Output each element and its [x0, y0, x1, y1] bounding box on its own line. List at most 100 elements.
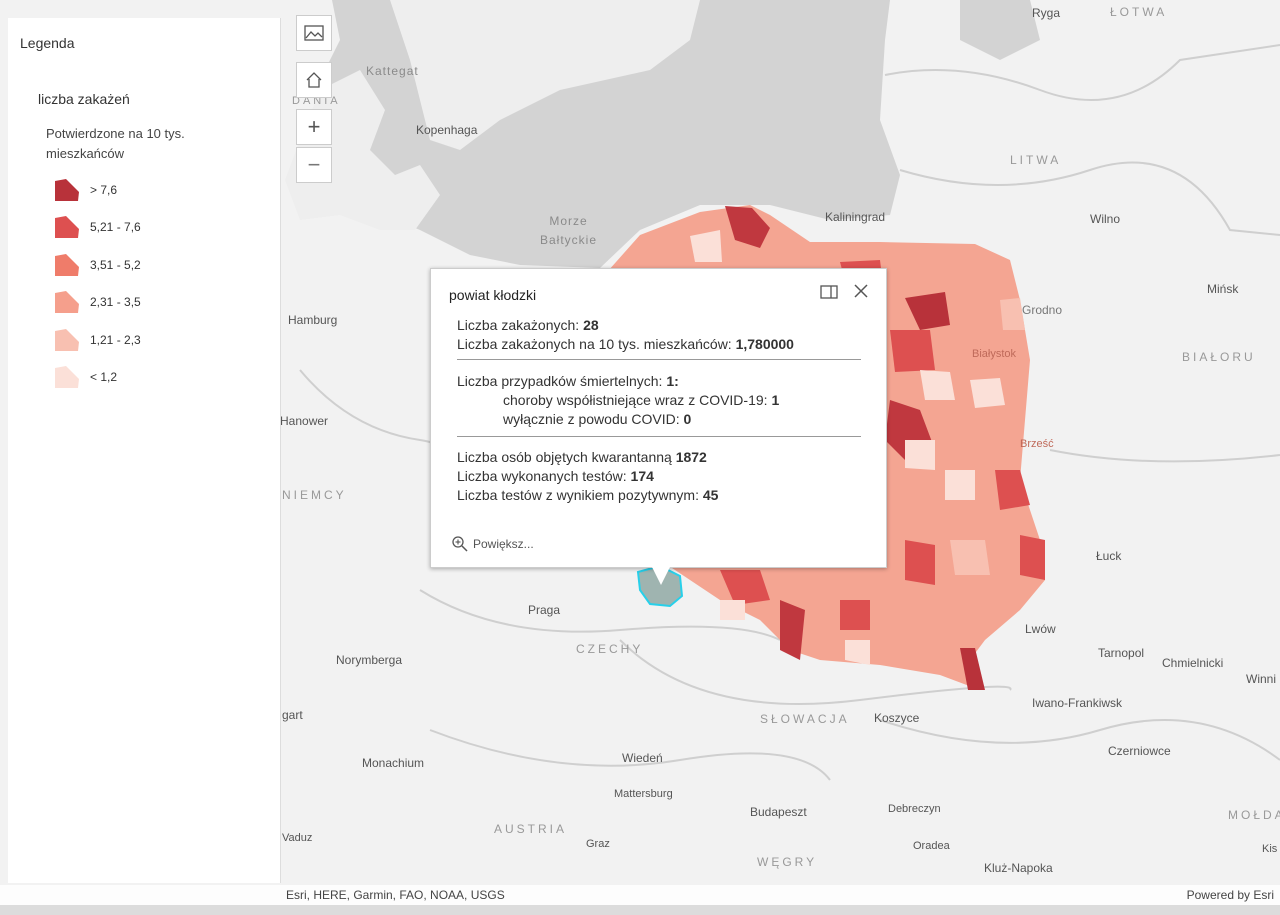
country-label: AUSTRIA — [494, 822, 568, 836]
place-label: Grodno — [1022, 303, 1063, 317]
popup-separator — [457, 436, 861, 437]
popup-field: choroby współistniejące wraz z COVID-19:… — [503, 392, 779, 408]
popup-field-label: Liczba wykonanych testów: — [457, 468, 631, 484]
place-label: Vaduz — [282, 832, 313, 844]
country-label: CZECHY — [576, 642, 644, 656]
legend-class: 3,51 - 5,2 — [54, 253, 254, 279]
water-label: Morze Bałtyckie — [540, 214, 598, 247]
popup-field-value: 1 — [771, 392, 780, 408]
attribution-text: Esri, HERE, Garmin, FAO, NOAA, USGS — [286, 888, 505, 902]
place-label: Oradea — [913, 840, 950, 852]
basemap-gallery-button[interactable] — [296, 15, 332, 51]
home-icon — [306, 72, 322, 88]
country-label: LITWA — [1010, 153, 1062, 167]
place-label: Mińsk — [1207, 282, 1239, 296]
legend-class-label: 3,51 - 5,2 — [90, 258, 141, 272]
place-label: Debreczyn — [888, 803, 941, 815]
place-label: Mattersburg — [614, 788, 673, 800]
feature-popup: powiat kłodzki Liczba zakażonych: 28 Lic… — [430, 268, 887, 568]
popup-field-value: 0 — [683, 411, 692, 427]
legend-class: < 1,2 — [54, 365, 254, 391]
place-label: Lwów — [1025, 622, 1056, 636]
place-label: Kopenhaga — [416, 123, 478, 137]
legend-class: 2,31 - 3,5 — [54, 290, 254, 316]
place-label: Białystok — [972, 348, 1017, 360]
legend-class-label: > 7,6 — [90, 183, 118, 197]
place-label: Norymberga — [336, 653, 403, 667]
popup-field-label: Liczba zakażonych: — [457, 317, 584, 333]
popup-field-label: choroby współistniejące wraz z COVID-19: — [503, 392, 772, 408]
place-label: Kluż-Napoka — [984, 861, 1053, 875]
place-label: Winni — [1246, 672, 1277, 686]
powered-by-link[interactable]: Powered by Esri — [1187, 888, 1274, 902]
popup-field-label: Liczba zakażonych na 10 tys. mieszkańców… — [457, 336, 736, 352]
popup-field: Liczba przypadków śmiertelnych: 1: — [457, 373, 679, 389]
country-label: ŁOTWA — [1110, 5, 1168, 19]
basemap-gallery-icon — [304, 25, 324, 41]
legend-swatch — [55, 179, 79, 201]
country-label: BIAŁORU — [1182, 350, 1256, 364]
home-button[interactable] — [296, 62, 332, 98]
place-label: Chmielnicki — [1162, 656, 1224, 670]
place-label: Brześć — [1020, 438, 1054, 450]
bottom-scrollbar[interactable] — [0, 905, 1280, 915]
legend-class-label: 1,21 - 2,3 — [90, 333, 141, 347]
popup-field-value: 174 — [630, 468, 654, 484]
popup-field: Liczba zakażonych na 10 tys. mieszkańców… — [457, 336, 794, 352]
place-label: Budapeszt — [750, 805, 807, 819]
place-label: Tarnopol — [1098, 646, 1145, 660]
popup-field-value: 1,780000 — [735, 336, 794, 352]
place-label: Czerniowce — [1108, 744, 1171, 758]
legend-swatch — [55, 329, 79, 351]
legend-layer-name: liczba zakażeń — [38, 91, 130, 107]
country-label: WĘGRY — [757, 855, 818, 869]
place-label: Hanower — [280, 414, 329, 428]
popup-field-label: wyłącznie z powodu COVID: — [503, 411, 684, 427]
legend-swatch — [55, 254, 79, 276]
place-label: Wilno — [1090, 212, 1121, 226]
zoom-magnifier-icon — [452, 536, 468, 552]
place-label: Iwano-Frankiwsk — [1032, 696, 1123, 710]
country-label: SŁOWACJA — [760, 712, 850, 726]
gulf-of-riga — [960, 0, 1040, 60]
legend-class: 1,21 - 2,3 — [54, 328, 254, 354]
place-label: Praga — [528, 603, 561, 617]
close-icon[interactable] — [851, 281, 871, 301]
legend-class-label: 2,31 - 3,5 — [90, 295, 141, 309]
popup-pointer — [652, 567, 670, 585]
place-label: Kaliningrad — [825, 210, 886, 224]
popup-field-label: Liczba testów z wynikiem pozytywnym: — [457, 487, 703, 503]
attribution-bar: Esri, HERE, Garmin, FAO, NOAA, USGS Powe… — [0, 885, 1280, 905]
place-label: Koszyce — [874, 711, 920, 725]
popup-title: powiat kłodzki — [449, 287, 537, 303]
place-label: Hamburg — [288, 313, 338, 327]
legend-swatch — [55, 216, 79, 238]
place-label: gart — [282, 708, 303, 722]
zoom-in-button[interactable]: + — [296, 109, 332, 145]
country-label: NIEMCY — [282, 488, 347, 502]
zoom-out-button[interactable]: − — [296, 147, 332, 183]
dock-icon[interactable] — [819, 282, 839, 302]
country-label: MOŁDA — [1228, 808, 1280, 822]
popup-field-value: 45 — [702, 487, 719, 503]
place-label: Ryga — [1032, 6, 1061, 20]
legend-swatch — [55, 291, 79, 313]
legend-field-name: Potwierdzone na 10 tys. mieszkańców — [46, 126, 185, 161]
zoom-to-label: Powiększ... — [473, 537, 534, 551]
legend-class-label: < 1,2 — [90, 370, 118, 384]
popup-field-value: 28 — [583, 317, 599, 333]
popup-field-value: 1: — [666, 373, 679, 389]
place-label: Monachium — [362, 756, 425, 770]
legend-class: > 7,6 — [54, 178, 254, 204]
place-label: Łuck — [1096, 549, 1122, 563]
water-label: Kattegat — [366, 64, 419, 78]
popup-field: Liczba testów z wynikiem pozytywnym: 45 — [457, 487, 718, 503]
popup-field-label: Liczba osób objętych kwarantanną — [457, 449, 676, 465]
place-label: Wiedeń — [622, 751, 663, 765]
popup-separator — [457, 359, 861, 360]
place-label: Graz — [586, 838, 610, 850]
popup-field-label: Liczba przypadków śmiertelnych: — [457, 373, 667, 389]
legend-class-label: 5,21 - 7,6 — [90, 220, 141, 234]
legend-title: Legenda — [20, 35, 75, 51]
popup-field: Liczba zakażonych: 28 — [457, 317, 599, 333]
